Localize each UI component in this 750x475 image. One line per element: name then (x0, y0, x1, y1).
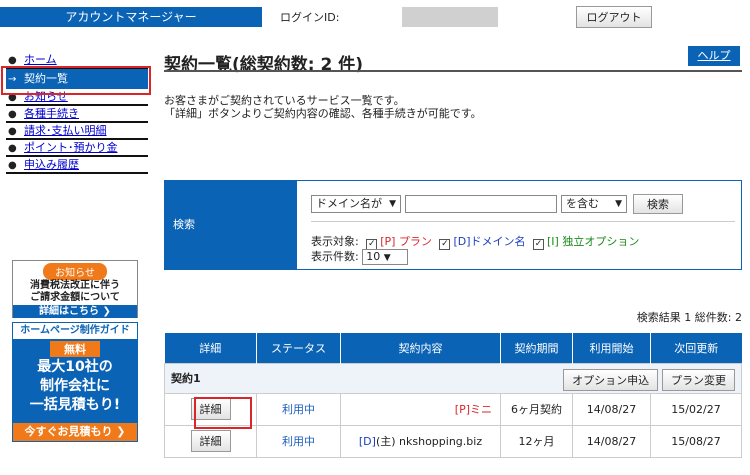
chevron-down-icon: ▼ (383, 253, 391, 263)
logout-button[interactable]: ログアウト (576, 6, 652, 28)
contract-group-label: 契約1 (171, 372, 201, 385)
column-header: 契約内容 (340, 333, 501, 363)
content-tag: [P] (454, 403, 470, 416)
tax-notice-banner[interactable]: お知らせ 消費税法改正に伴う ご請求金額について 詳細はこちら ❯ (12, 260, 138, 318)
chevron-down-icon: ▼ (615, 199, 622, 209)
status-cell: 利用中 (256, 392, 341, 426)
web-production-banner[interactable]: ホームページ制作ガイド 無料 最大10社の 制作会社に 一括見積もり! 今すぐお… (12, 322, 138, 442)
option-checkbox-label[interactable]: [I] 独立オプション (547, 235, 639, 248)
content-text: (主) nkshopping.biz (375, 435, 483, 448)
banner-text: 消費税法改正に伴う (30, 280, 120, 291)
notice-pill: お知らせ (43, 263, 107, 280)
domain-checkbox-label[interactable]: [D]ドメイン名 (453, 235, 525, 248)
active-item-highlight (1, 66, 151, 95)
detail-button[interactable]: 詳細 (190, 430, 231, 452)
title-divider (164, 70, 742, 72)
period-cell: 6ヶ月契約 (500, 392, 573, 426)
column-header: 詳細 (164, 333, 257, 363)
search-divider (311, 221, 735, 222)
start-cell: 14/08/27 (572, 392, 651, 426)
sidebar-item-label[interactable]: 請求･支払い明細 (24, 124, 107, 137)
description-line: お客さまがご契約されているサービス一覧です。 (164, 94, 405, 107)
content-cell: [D](主) nkshopping.biz (340, 424, 501, 458)
search-button[interactable]: 検索 (633, 194, 683, 214)
banner-text: 一括見積もり! (29, 397, 121, 413)
login-id-label: ログインID: (280, 11, 340, 24)
select-value: 10 (366, 250, 381, 263)
banner-cta[interactable]: 今すぐお見積もり ❯ (13, 423, 137, 441)
free-badge: 無料 (50, 341, 100, 357)
content-tag: [D] (358, 435, 376, 448)
bullet-icon: ● (8, 143, 17, 154)
sidebar-item-procedures[interactable]: ● 各種手続き (6, 106, 148, 123)
content-text: ミニ (470, 403, 492, 416)
column-header: 利用開始 (572, 333, 651, 363)
search-label: 検索 (165, 181, 297, 269)
content-cell: [P]ミニ (340, 392, 501, 426)
group-actions: オプション申込 プラン変更 (563, 368, 735, 391)
display-count-label: 表示件数: (311, 250, 359, 263)
start-cell: 14/08/27 (572, 424, 651, 458)
contracts-table: 詳細 ステータス 契約内容 契約期間 利用開始 次回更新 契約1 オプション申込… (164, 333, 742, 458)
plan-change-button[interactable]: プラン変更 (662, 368, 735, 391)
chevron-down-icon: ▼ (389, 199, 396, 209)
column-header: 契約期間 (500, 333, 573, 363)
option-apply-button[interactable]: オプション申込 (563, 368, 659, 391)
contract-group-cell: 契約1 オプション申込 プラン変更 (164, 362, 742, 394)
status-cell: 利用中 (256, 424, 341, 458)
search-panel: 検索 ドメイン名が ▼ を含む ▼ 検索 表示対象: ✓ [P] プラン ✓ [D]ドメ… (164, 180, 742, 270)
column-header: 次回更新 (650, 333, 742, 363)
top-bar: アカウントマネージャー ログインID: ログアウト (0, 0, 750, 34)
display-count-select[interactable]: 10 ▼ (362, 249, 409, 265)
renew-cell: 15/02/27 (650, 392, 742, 426)
help-button[interactable]: ヘルプ (688, 46, 740, 66)
sidebar-item-billing[interactable]: ● 請求･支払い明細 (6, 123, 148, 140)
bullet-icon: ● (8, 160, 17, 171)
domain-checkbox[interactable]: ✓ (439, 239, 451, 250)
account-manager-tab[interactable]: アカウントマネージャー (0, 7, 262, 27)
renew-cell: 15/08/27 (650, 424, 742, 458)
contract-group-row: 契約1 オプション申込 プラン変更 (164, 362, 742, 394)
select-value: を含む (566, 197, 599, 210)
sidebar-item-label[interactable]: 各種手続き (24, 107, 79, 120)
bullet-icon: ● (8, 109, 17, 120)
sidebar-item-label[interactable]: ポイント･預かり金 (24, 141, 118, 154)
page-description: お客さまがご契約されているサービス一覧です。 「詳細」ボタンよりご契約内容の確認… (164, 94, 482, 120)
search-keyword-input[interactable] (405, 195, 557, 213)
table-header-row: 詳細 ステータス 契約内容 契約期間 利用開始 次回更新 (164, 333, 742, 363)
detail-cell: 詳細 (164, 424, 257, 458)
description-line: 「詳細」ボタンよりご契約内容の確認、各種手続きが可能です。 (164, 107, 482, 120)
option-checkbox[interactable]: ✓ (533, 239, 544, 250)
sidebar-item-points[interactable]: ● ポイント･預かり金 (6, 140, 148, 157)
sidebar-item-history[interactable]: ● 申込み履歴 (6, 157, 148, 174)
select-value: ドメイン名が (316, 197, 382, 210)
search-field-select[interactable]: ドメイン名が ▼ (311, 195, 401, 213)
sidebar-item-label[interactable]: ホーム (24, 53, 57, 66)
result-summary: 検索結果 1 総件数: 2 (636, 311, 742, 324)
display-target-label: 表示対象: (311, 235, 359, 248)
banner-text: 最大10社の (37, 359, 113, 375)
sidebar-item-label[interactable]: 申込み履歴 (24, 158, 79, 171)
banner-heading: ホームページ制作ガイド (13, 323, 137, 339)
detail-button-highlight (194, 397, 252, 429)
match-type-select[interactable]: を含む ▼ (561, 195, 627, 213)
display-count-row: 表示件数: 10 ▼ (311, 248, 409, 265)
bullet-icon: ● (8, 126, 17, 137)
period-cell: 12ヶ月 (500, 424, 573, 458)
plan-checkbox-label[interactable]: [P] プラン (380, 235, 432, 248)
banner-text: ご請求金額について (30, 292, 120, 303)
table-row: 詳細 利用中 [D](主) nkshopping.biz 12ヶ月 14/08/… (164, 424, 742, 458)
column-header: ステータス (256, 333, 341, 363)
banner-text: 制作会社に (40, 378, 110, 394)
login-id-value (402, 7, 498, 27)
banner-cta[interactable]: 詳細はこちら ❯ (13, 305, 137, 318)
